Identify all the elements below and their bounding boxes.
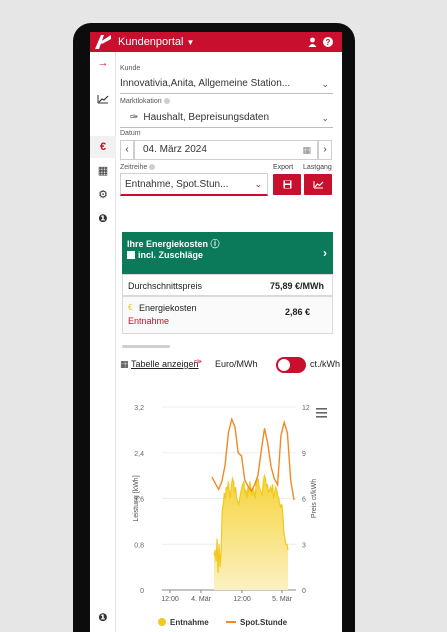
y-left-tick-label: 0,8 (134, 542, 144, 549)
line-chart-icon (313, 181, 323, 189)
menu-icon (316, 412, 327, 414)
zeitreihe-label: Zeitreihe (120, 164, 156, 171)
menu-icon (316, 408, 327, 410)
energy-chart[interactable]: 00,81,62,43,2036912Leistung [kWh] Preis c… (120, 374, 338, 632)
y-right-tick-label: 0 (302, 588, 306, 595)
unit-toggle[interactable] (276, 357, 306, 373)
portal-menu[interactable]: Kundenportal ▼ (118, 36, 194, 48)
export-label: Export (273, 164, 294, 171)
marktlokation-label: Marktlokation (120, 98, 170, 105)
marktlokation-select[interactable]: ✑ Haushalt, Bepreisungsdaten ⌄ (120, 108, 333, 128)
energy-cost-card[interactable]: Ihre Energiekosten ⓘ incl. Zuschläge › (122, 232, 333, 274)
zeitreihe-select[interactable]: Entnahme, Spot.Stun... ⌄ (120, 173, 268, 196)
calendar-icon[interactable]: ▦ (90, 160, 116, 182)
help-icon[interactable]: ? (323, 37, 333, 47)
energy-cost-label: Energiekosten (139, 303, 197, 313)
cost-card-title: Ihre Energiekosten ⓘ (127, 239, 220, 249)
show-table-link[interactable]: Tabelle anzeigen (131, 359, 199, 369)
info-icon[interactable]: ❶ (90, 607, 116, 629)
y-left-axis-label: Leistung [kWh] (133, 475, 140, 521)
chevron-right-icon[interactable]: › (323, 246, 327, 260)
avg-price-row: Durchschnittspreis 75,89 €/MWh (122, 274, 333, 296)
unit-ct-kwh: ct./kWh (310, 359, 341, 369)
chevron-down-icon: ⌄ (321, 113, 329, 123)
calendar-icon[interactable]: ▦ (302, 141, 311, 159)
date-value: 04. März 2024 (143, 144, 207, 155)
info-icon[interactable] (149, 164, 156, 171)
avg-price-value: 75,89 €/MWh (269, 281, 324, 291)
lastgang-button[interactable] (304, 174, 332, 195)
avg-price-label: Durchschnittspreis (128, 281, 203, 291)
line-chart-icon[interactable] (90, 88, 116, 110)
kunde-select[interactable]: Innovativia,Anita, Allgemeine Station...… (120, 74, 333, 94)
lastgang-label: Lastgang (303, 164, 332, 171)
prev-date-button[interactable]: ‹ (120, 140, 134, 160)
y-right-tick-label: 3 (302, 542, 306, 549)
chevron-down-icon: ⌄ (321, 79, 329, 89)
legend-entnahme-label: Entnahme (170, 618, 209, 627)
x-tick-label: 5. Mär (272, 596, 293, 603)
table-icon: ▦ (120, 359, 129, 369)
chevron-down-icon: ▼ (186, 38, 195, 47)
kunde-value: Innovativia,Anita, Allgemeine Station... (120, 78, 291, 89)
chevron-down-icon: ⌄ (254, 179, 262, 189)
app-screen: Kundenportal ▼ ? → € ▦ ⚙ ❶ ❶ Kunde Innova… (90, 32, 342, 632)
y-right-tick-label: 9 (302, 451, 306, 458)
datum-label: Datum (120, 130, 141, 137)
menu-icon (316, 416, 327, 418)
info-icon[interactable] (163, 98, 170, 105)
y-right-tick-label: 12 (302, 405, 310, 412)
x-tick-label: 4. Mär (191, 596, 212, 603)
plug-icon: ✑ (130, 112, 139, 123)
brand-logo-icon[interactable] (94, 34, 112, 50)
save-icon (283, 180, 291, 189)
checkbox[interactable] (127, 251, 135, 259)
x-tick-label: 12:00 (233, 596, 251, 603)
y-left-tick-label: 0 (140, 588, 144, 595)
plug-icon: ✑ (194, 357, 203, 368)
legend-spot-label: Spot.Stunde (240, 618, 288, 627)
energy-cost-row[interactable]: € Energiekosten 2,86 € Entnahme (122, 296, 333, 334)
next-date-button[interactable]: › (318, 140, 332, 160)
y-left-tick-label: 2,4 (134, 451, 144, 458)
top-bar: Kundenportal ▼ ? (90, 32, 342, 52)
euro-icon: € (128, 303, 133, 312)
unit-euro-mwh: Euro/MWh (215, 359, 258, 369)
svg-text:?: ? (326, 38, 331, 47)
export-button[interactable] (273, 174, 301, 195)
incl-surcharges-toggle[interactable]: incl. Zuschläge (127, 250, 203, 260)
toggle-knob (278, 359, 290, 371)
kunde-label: Kunde (120, 65, 141, 72)
euro-icon[interactable]: € (90, 136, 116, 158)
y-right-tick-label: 6 (302, 497, 306, 504)
date-field[interactable]: 04. März 2024 ▦ (134, 140, 318, 160)
info-icon[interactable]: ❶ (90, 208, 116, 230)
marktlokation-value: Haushalt, Bepreisungsdaten (143, 112, 270, 123)
side-rail: → € ▦ ⚙ ❶ ❶ (90, 52, 116, 632)
zeitreihe-value: Entnahme, Spot.Stun... (125, 179, 229, 190)
user-icon[interactable] (308, 37, 317, 47)
y-right-axis-label: Preis ct/kWh (311, 479, 318, 518)
portal-title: Kundenportal (118, 36, 184, 48)
energy-cost-value: 2,86 € (284, 307, 310, 317)
info-icon[interactable]: ⓘ (211, 239, 220, 249)
energy-cost-sub: Entnahme (128, 316, 170, 326)
horizontal-scrollbar[interactable] (122, 345, 170, 348)
spot-stunde-line (211, 417, 295, 501)
settings-icon[interactable]: ⚙ (90, 184, 116, 206)
arrow-right-icon[interactable]: → (90, 52, 116, 74)
x-tick-label: 12:00 (161, 596, 179, 603)
y-left-tick-label: 3,2 (134, 405, 144, 412)
legend-entnahme-swatch (158, 618, 166, 626)
